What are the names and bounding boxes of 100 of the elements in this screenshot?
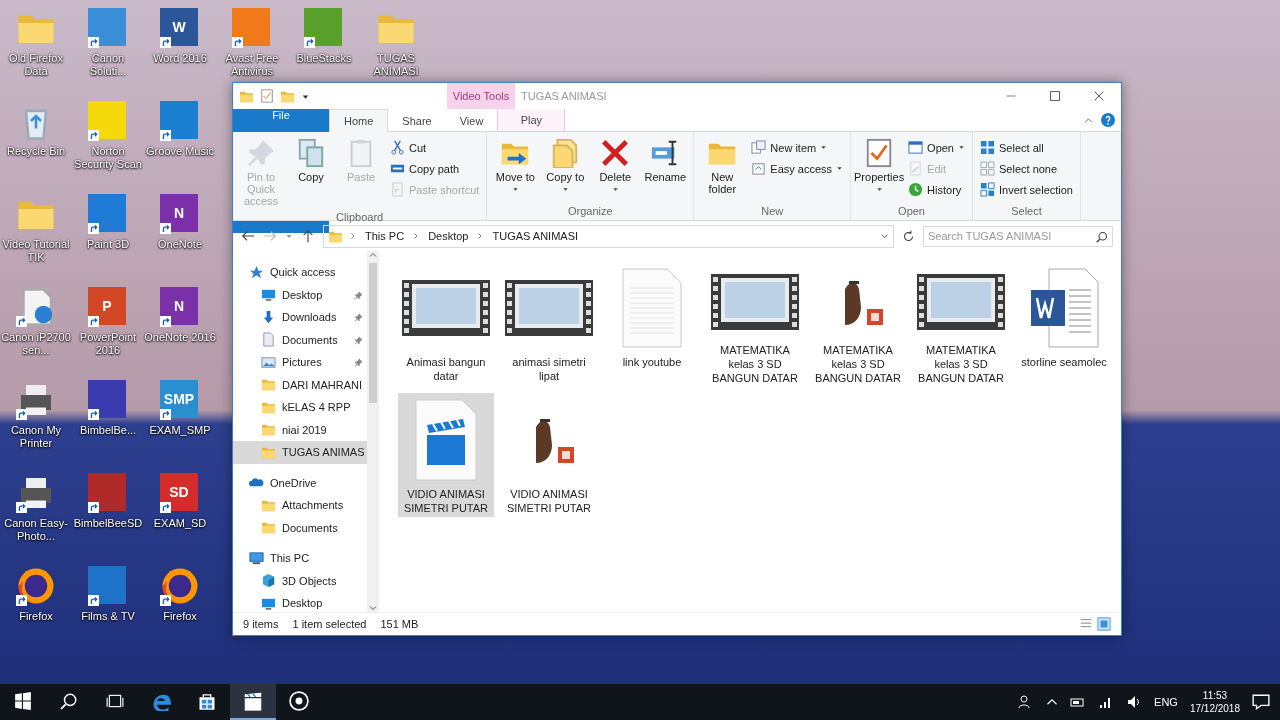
ribbon-button[interactable]: Select all — [977, 138, 1076, 157]
file-item[interactable]: Animasi bangun datar — [398, 261, 494, 385]
ribbon-tab[interactable]: Share — [388, 109, 446, 132]
document-icon — [261, 332, 276, 348]
ribbon-button[interactable]: Delete — [591, 134, 640, 197]
shortcut-arrow-icon — [88, 316, 99, 327]
language-indicator[interactable]: ENG — [1154, 696, 1178, 708]
caret-icon — [611, 186, 619, 193]
nav-item[interactable]: This PC — [233, 547, 367, 570]
file-item[interactable]: animasi simetri lipat — [501, 261, 597, 385]
ring-icon — [288, 690, 310, 712]
clock[interactable]: 11:53 17/12/2018 — [1189, 689, 1240, 715]
nav-item[interactable]: Pictures — [233, 351, 367, 374]
star-icon — [249, 264, 264, 280]
desktop-icon-label[interactable]: Firefox — [0, 610, 72, 623]
nav-item[interactable]: Desktop — [233, 592, 367, 612]
caret-icon — [820, 144, 828, 151]
desktop-icon-label[interactable]: Canon Easy-Photo... — [0, 517, 72, 543]
ribbon-button[interactable]: New item — [748, 138, 847, 157]
nav-item[interactable]: DARI MAHRANI — [233, 373, 367, 396]
shortcut-arrow-icon — [88, 130, 99, 141]
file-item[interactable]: VIDIO ANIMASI SIMETRI PUTAR — [501, 393, 597, 517]
clapperboard-icon — [242, 690, 264, 712]
caret-icon — [561, 186, 569, 193]
ribbon-group-label: Open — [897, 205, 926, 219]
status-text: 1 item selected — [292, 618, 367, 630]
nav-item[interactable]: TUGAS ANIMAS — [233, 441, 367, 464]
shortcut-arrow-icon — [16, 409, 27, 420]
shortcut-icon — [390, 182, 405, 197]
ribbon-group-label: New — [760, 205, 785, 219]
ribbon-button[interactable]: Rename — [641, 134, 690, 187]
address-bar[interactable]: This PC Desktop TUGAS ANIMASI — [323, 224, 894, 248]
file-item[interactable]: storline seamolec — [1016, 261, 1112, 385]
shortcut-arrow-icon — [304, 37, 315, 48]
ribbon-tab[interactable]: View — [445, 109, 498, 132]
file-item[interactable]: link youtube — [604, 261, 700, 385]
desktop-icon-label[interactable]: EXAM_SMP — [144, 424, 216, 437]
nav-item[interactable]: Documents — [233, 516, 367, 539]
status-text: 9 items — [243, 618, 279, 630]
shortcut-arrow-icon — [160, 409, 171, 420]
nav-item[interactable]: Documents — [233, 328, 367, 351]
ribbon-button[interactable]: New folder — [698, 134, 747, 199]
shortcut-arrow-icon — [88, 223, 99, 234]
file-item[interactable]: MATEMATIKA kelas 3 SD BANGUN DATAR — [913, 261, 1009, 385]
nav-item[interactable]: Attachments — [233, 494, 367, 517]
ribbon-button[interactable]: Cut — [387, 138, 483, 157]
nav-item[interactable]: 3D Objects — [233, 569, 367, 592]
nav-item[interactable]: Desktop — [233, 283, 367, 306]
desktop-icon-label[interactable]: EXAM_SD — [144, 517, 216, 530]
file-item[interactable]: MATEMATIKA kelas 3 SD BANGUN DATAR — [810, 261, 906, 385]
desktop-icon-label[interactable]: BimbelBe... — [72, 424, 144, 437]
app-logo: N — [160, 287, 198, 325]
ribbon-button[interactable]: Copy to — [541, 134, 590, 197]
file-item[interactable]: VIDIO ANIMASI SIMETRI PUTAR — [398, 393, 494, 517]
search-field[interactable]: Search TUGAS ANIMASI — [923, 225, 1113, 247]
shortcut-arrow-icon — [16, 502, 27, 513]
nav-item[interactable]: kELAS 4 RPP — [233, 396, 367, 419]
film-thumbnail-icon — [711, 274, 799, 330]
desktop-icon-label[interactable]: Films & TV — [72, 610, 144, 623]
nav-item[interactable]: niai 2019 — [233, 418, 367, 441]
ribbon-button[interactable]: History — [905, 180, 968, 199]
ribbon-button[interactable]: Move to — [491, 134, 540, 197]
context-tab-header: Video Tools — [447, 83, 515, 109]
pin-icon — [246, 138, 276, 168]
shortcut-arrow-icon — [88, 37, 99, 48]
nav-item[interactable]: OneDrive — [233, 471, 367, 494]
ribbon-button[interactable]: Copy — [287, 134, 335, 187]
desktop-icon-label[interactable]: Firefox — [144, 610, 216, 623]
pencil-icon — [908, 161, 924, 176]
scrollbar-thumb[interactable] — [369, 263, 377, 403]
easy-access-icon — [751, 161, 767, 176]
ribbon-button[interactable]: Copy path — [387, 159, 483, 178]
window-icon — [908, 140, 924, 155]
nav-item[interactable]: Quick access — [233, 261, 367, 284]
caret-icon — [958, 144, 965, 151]
desktop-icon-label[interactable]: BimbelBeeSD — [72, 517, 144, 530]
breadcrumb[interactable]: Desktop — [426, 230, 471, 242]
ribbon-tab[interactable]: Home — [329, 109, 389, 132]
refresh-icon — [902, 229, 915, 243]
shortcut-arrow-icon — [160, 595, 171, 606]
desktop-icon-label[interactable]: Canon My Printer — [0, 424, 72, 450]
ribbon-button[interactable]: Invert selection — [977, 180, 1076, 199]
grid-icon — [980, 161, 995, 176]
forward-icon — [263, 229, 277, 243]
chevron-icon — [349, 232, 357, 240]
breadcrumb[interactable]: TUGAS ANIMASI — [490, 230, 581, 242]
taskbar-button[interactable] — [230, 684, 276, 720]
ribbon-button[interactable]: Easy access — [748, 159, 847, 178]
ribbon-button[interactable]: Select none — [977, 159, 1076, 178]
ribbon-button[interactable]: Open — [905, 138, 968, 157]
status-text: 151 MB — [380, 618, 419, 630]
shortcut-arrow-icon — [88, 502, 99, 513]
file-item[interactable]: MATEMATIKA kelas 3 SD BANGUN DATAR — [707, 261, 803, 385]
shortcut-arrow-icon — [160, 502, 171, 513]
breadcrumb[interactable]: This PC — [363, 230, 407, 242]
shortcut-arrow-icon — [16, 316, 27, 327]
ribbon-tab[interactable]: Play — [497, 109, 566, 132]
folder-icon — [261, 422, 276, 438]
nav-item[interactable]: Downloads — [233, 306, 367, 329]
ribbon-button[interactable]: Properties — [855, 134, 904, 197]
